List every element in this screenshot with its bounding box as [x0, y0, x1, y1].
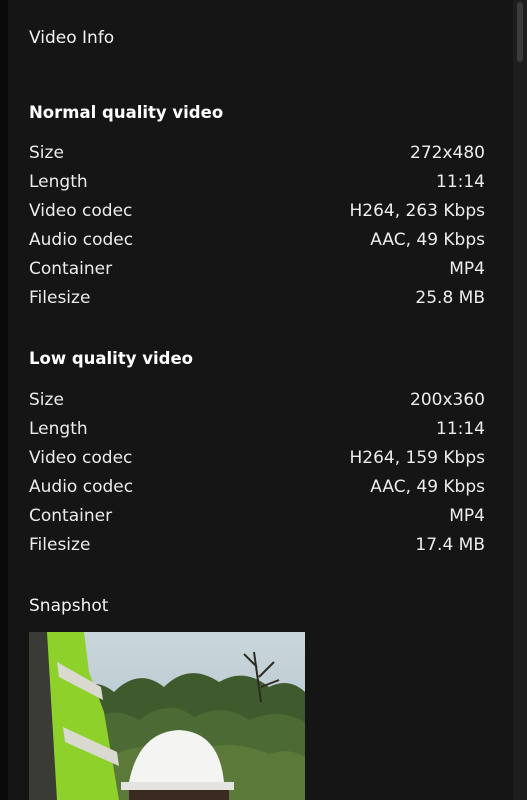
normal-container-row: Container MP4 — [29, 254, 485, 283]
row-label: Length — [29, 171, 88, 192]
row-value: MP4 — [449, 505, 485, 526]
video-info-panel: Video Info Normal quality video Size 272… — [0, 0, 513, 800]
snapshot-illustration — [29, 632, 305, 800]
row-label: Filesize — [29, 287, 91, 308]
scrollbar-thumb[interactable] — [517, 2, 523, 62]
row-value: MP4 — [449, 258, 485, 279]
low-filesize-row: Filesize 17.4 MB — [29, 530, 485, 559]
row-value: 11:14 — [436, 171, 485, 192]
row-value: AAC, 49 Kbps — [370, 229, 485, 250]
low-container-row: Container MP4 — [29, 501, 485, 530]
row-label: Audio codec — [29, 476, 134, 497]
row-value: 272x480 — [410, 142, 485, 163]
row-value: 17.4 MB — [415, 534, 485, 555]
low-length-row: Length 11:14 — [29, 414, 485, 443]
row-label: Video codec — [29, 200, 133, 221]
row-value: 11:14 — [436, 418, 485, 439]
normal-video-codec-row: Video codec H264, 263 Kbps — [29, 196, 485, 225]
normal-filesize-row: Filesize 25.8 MB — [29, 283, 485, 312]
row-value: AAC, 49 Kbps — [370, 476, 485, 497]
row-label: Size — [29, 389, 64, 410]
low-quality-title: Low quality video — [29, 349, 193, 368]
row-label: Size — [29, 142, 64, 163]
row-label: Container — [29, 258, 113, 279]
low-audio-codec-row: Audio codec AAC, 49 Kbps — [29, 472, 485, 501]
scrollbar[interactable] — [513, 0, 527, 800]
row-value: 25.8 MB — [415, 287, 485, 308]
normal-quality-title: Normal quality video — [29, 103, 224, 122]
row-value: 200x360 — [410, 389, 485, 410]
low-size-row: Size 200x360 — [29, 385, 485, 414]
normal-length-row: Length 11:14 — [29, 167, 485, 196]
row-value: H264, 263 Kbps — [349, 200, 485, 221]
snapshot-label: Snapshot — [29, 596, 109, 616]
row-label: Filesize — [29, 534, 91, 555]
row-value: H264, 159 Kbps — [349, 447, 485, 468]
normal-size-row: Size 272x480 — [29, 138, 485, 167]
low-video-codec-row: Video codec H264, 159 Kbps — [29, 443, 485, 472]
row-label: Length — [29, 418, 88, 439]
row-label: Audio codec — [29, 229, 134, 250]
row-label: Container — [29, 505, 113, 526]
snapshot-image[interactable] — [29, 632, 305, 800]
normal-audio-codec-row: Audio codec AAC, 49 Kbps — [29, 225, 485, 254]
page-title: Video Info — [29, 28, 115, 48]
row-label: Video codec — [29, 447, 133, 468]
